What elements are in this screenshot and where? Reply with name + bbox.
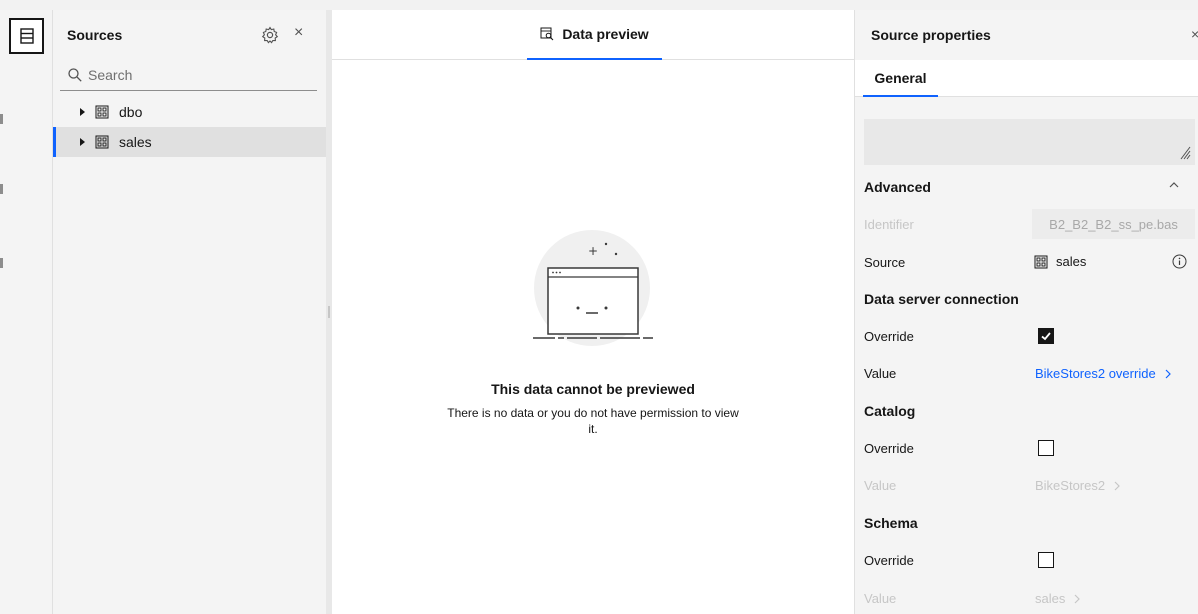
sources-title: Sources (67, 27, 123, 43)
source-value-text: sales (1056, 254, 1087, 269)
top-strip (0, 0, 1198, 10)
rail-edge-mark (0, 258, 3, 268)
sources-panel: Sources × dbo (53, 10, 326, 614)
schema-value-label: Value (864, 591, 897, 606)
resize-grip[interactable] (328, 306, 330, 318)
chevron-right-icon (1074, 594, 1081, 603)
schema-icon (95, 135, 109, 149)
data-server-value-label: Value (864, 366, 897, 381)
schema-value-text: sales (1035, 591, 1066, 606)
empty-state-illustration: + (533, 230, 653, 346)
advanced-heading: Advanced (864, 179, 931, 195)
app-window: Sources × dbo (0, 0, 1198, 614)
catalog-override-label: Override (864, 441, 914, 456)
catalog-heading: Catalog (864, 403, 916, 419)
sources-header: Sources × (53, 10, 326, 60)
checkmark-icon (1041, 332, 1051, 341)
search-box (60, 60, 317, 91)
catalog-value-link: BikeStores2 (1035, 478, 1121, 493)
chevron-up-icon[interactable] (1169, 180, 1179, 190)
gear-icon[interactable] (261, 26, 279, 44)
tab-label: Data preview (562, 26, 649, 42)
rail-edge-mark (0, 184, 3, 194)
search-input[interactable] (88, 60, 313, 90)
source-properties-panel: Source properties × General Advanced Ide… (854, 10, 1198, 614)
data-source-icon (19, 28, 34, 44)
tree-item-label: dbo (119, 104, 143, 120)
description-textarea[interactable] (864, 119, 1195, 165)
empty-state-title: This data cannot be previewed (491, 381, 695, 397)
schema-override-checkbox[interactable] (1038, 552, 1054, 568)
identifier-label: Identifier (864, 217, 914, 232)
caret-right-icon[interactable] (80, 138, 85, 146)
tree-item-dbo[interactable]: dbo (53, 97, 326, 127)
panel-title: Source properties (871, 27, 991, 43)
source-value: sales (1034, 254, 1086, 269)
schema-value-link: sales (1035, 591, 1081, 606)
data-server-override-checkbox[interactable] (1038, 328, 1054, 344)
schema-icon (1034, 255, 1048, 268)
close-icon[interactable]: × (1191, 26, 1198, 42)
catalog-value-text: BikeStores2 (1035, 478, 1106, 493)
tab-general[interactable]: General (863, 60, 938, 97)
preview-pane: Data preview + This data cannot be previ… (332, 10, 854, 614)
properties-tabbar: General (855, 60, 1198, 97)
data-server-value-link[interactable]: BikeStores2 override (1035, 366, 1172, 381)
left-rail (0, 10, 53, 614)
schema-override-label: Override (864, 553, 914, 568)
empty-state-message: There is no data or you do not have perm… (447, 406, 739, 436)
tree-item-sales[interactable]: sales (53, 127, 326, 157)
sources-rail-button[interactable] (9, 18, 44, 54)
close-icon[interactable]: × (294, 24, 303, 42)
resize-handle-icon[interactable] (1179, 144, 1191, 160)
schema-heading: Schema (864, 515, 918, 531)
schema-icon (95, 105, 109, 119)
data-server-heading: Data server connection (864, 291, 1019, 307)
preview-tabbar: Data preview (332, 10, 854, 60)
info-icon[interactable] (1172, 254, 1187, 269)
data-server-override-label: Override (864, 329, 914, 344)
caret-right-icon[interactable] (80, 108, 85, 116)
data-preview-icon (540, 27, 554, 41)
identifier-field: B2_B2_B2_ss_pe.bas (1032, 209, 1195, 239)
search-icon (68, 68, 82, 82)
catalog-value-label: Value (864, 478, 897, 493)
svg-text:+: + (588, 244, 598, 258)
chevron-right-icon (1165, 369, 1171, 378)
tree-item-label: sales (119, 134, 152, 150)
source-label: Source (864, 255, 906, 270)
tab-data-preview[interactable]: Data preview (527, 10, 662, 60)
rail-edge-mark (0, 114, 3, 124)
chevron-right-icon (1114, 481, 1120, 490)
catalog-override-checkbox[interactable] (1038, 440, 1054, 456)
data-server-value-text: BikeStores2 override (1035, 366, 1156, 381)
